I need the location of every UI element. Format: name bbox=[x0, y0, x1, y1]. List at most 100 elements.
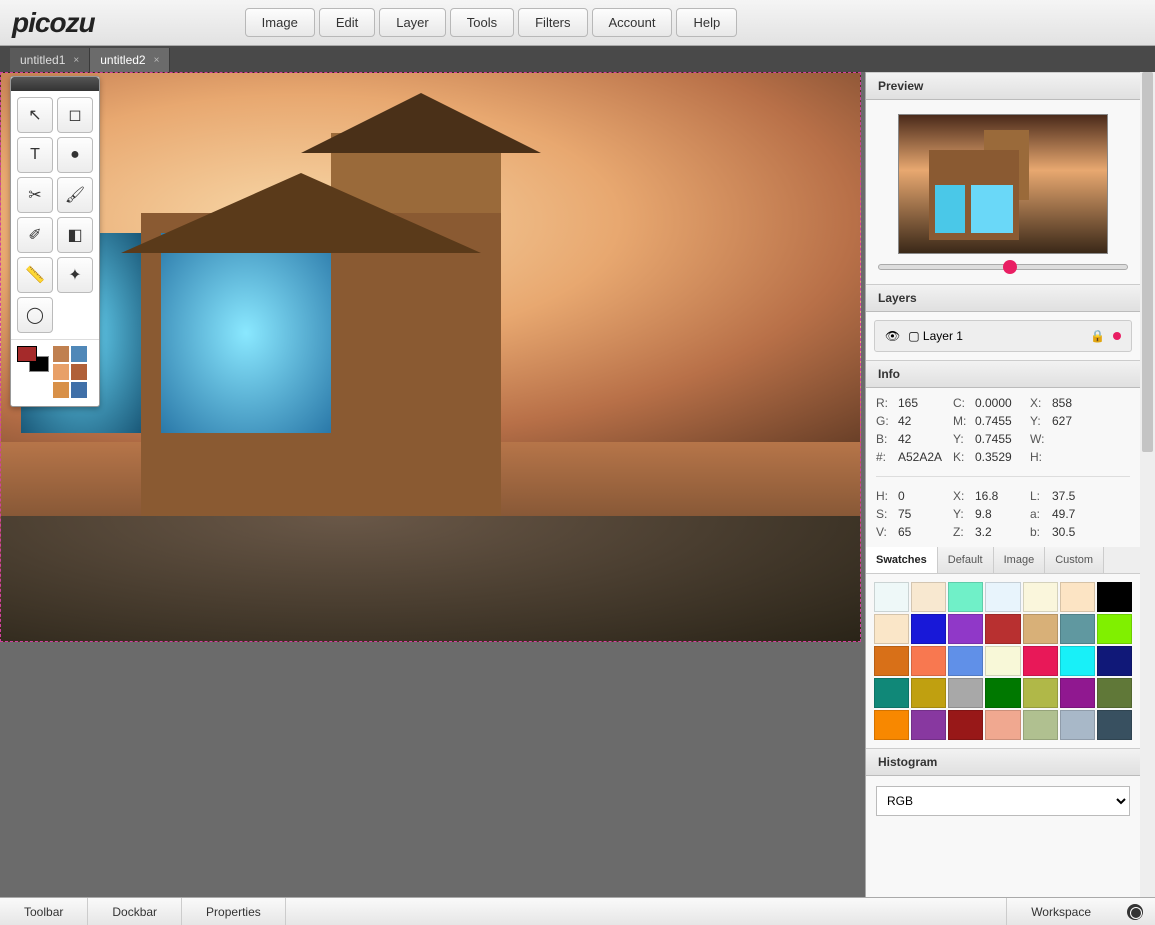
tool-pointer[interactable]: ↖ bbox=[17, 97, 53, 133]
swatch[interactable] bbox=[985, 710, 1020, 740]
swatch[interactable] bbox=[1060, 614, 1095, 644]
swatch[interactable] bbox=[911, 614, 946, 644]
panel-head-layers[interactable]: Layers bbox=[866, 284, 1140, 312]
close-icon[interactable]: × bbox=[73, 55, 79, 66]
swatch[interactable] bbox=[1097, 678, 1132, 708]
swatch[interactable] bbox=[874, 678, 909, 708]
info-hh: 0 bbox=[898, 489, 953, 503]
swatch[interactable] bbox=[911, 646, 946, 676]
swatch[interactable] bbox=[948, 710, 983, 740]
swatch[interactable] bbox=[948, 678, 983, 708]
lock-icon[interactable]: 🔒 bbox=[1090, 329, 1105, 343]
recent-color[interactable] bbox=[71, 382, 87, 398]
bottombar-dockbar[interactable]: Dockbar bbox=[88, 898, 182, 925]
sidebar-scrollbar[interactable] bbox=[1140, 72, 1155, 897]
tool-ruler[interactable]: 📏 bbox=[17, 257, 53, 293]
swatch[interactable] bbox=[1060, 678, 1095, 708]
recent-color[interactable] bbox=[53, 382, 69, 398]
swatch[interactable] bbox=[1060, 710, 1095, 740]
tool-eyedrop[interactable]: ✐ bbox=[17, 217, 53, 253]
menu-filters[interactable]: Filters bbox=[518, 8, 587, 37]
tool-pattern[interactable]: ✦ bbox=[57, 257, 93, 293]
swatch[interactable] bbox=[1060, 582, 1095, 612]
info-xx: 16.8 bbox=[975, 489, 1030, 503]
layer-name[interactable]: Layer 1 bbox=[923, 329, 1090, 343]
swatch[interactable] bbox=[1097, 710, 1132, 740]
fg-bg-swatch[interactable] bbox=[17, 346, 49, 372]
zoom-slider-thumb[interactable] bbox=[1003, 260, 1017, 274]
swatch[interactable] bbox=[985, 614, 1020, 644]
panel-head-histogram[interactable]: Histogram bbox=[866, 748, 1140, 776]
swatch[interactable] bbox=[911, 582, 946, 612]
bottombar-properties[interactable]: Properties bbox=[182, 898, 286, 925]
swatch[interactable] bbox=[911, 678, 946, 708]
tool-spray[interactable]: ◯ bbox=[17, 297, 53, 333]
info-b: 42 bbox=[898, 432, 953, 446]
globe-icon[interactable] bbox=[1127, 904, 1143, 920]
scrollbar-thumb[interactable] bbox=[1142, 72, 1153, 452]
preview-thumbnail[interactable] bbox=[898, 114, 1108, 254]
swatch[interactable] bbox=[874, 710, 909, 740]
menu-help[interactable]: Help bbox=[676, 8, 737, 37]
recent-color[interactable] bbox=[53, 346, 69, 362]
swatch[interactable] bbox=[1023, 614, 1058, 644]
info-r: 165 bbox=[898, 396, 953, 410]
menu-edit[interactable]: Edit bbox=[319, 8, 375, 37]
swatch[interactable] bbox=[1023, 710, 1058, 740]
document-tab-0[interactable]: untitled1 × bbox=[10, 48, 90, 72]
info-yc: 0.7455 bbox=[975, 432, 1030, 446]
workspace[interactable] bbox=[0, 72, 865, 897]
layer-row[interactable]: 👁 ▢ Layer 1 🔒 bbox=[874, 320, 1132, 352]
tool-text[interactable]: T bbox=[17, 137, 53, 173]
histogram-mode-select[interactable]: RGB bbox=[876, 786, 1130, 816]
bottombar-toolbar[interactable]: Toolbar bbox=[0, 898, 88, 925]
recent-color[interactable] bbox=[71, 364, 87, 380]
swatch[interactable] bbox=[948, 582, 983, 612]
tool-marquee[interactable]: ◻ bbox=[57, 97, 93, 133]
recent-color[interactable] bbox=[53, 364, 69, 380]
swatch[interactable] bbox=[874, 582, 909, 612]
toolbox-handle[interactable] bbox=[11, 77, 99, 91]
info-hex: A52A2A bbox=[898, 450, 953, 464]
swatch[interactable] bbox=[1023, 646, 1058, 676]
info-l: 37.5 bbox=[1052, 489, 1097, 503]
swatch[interactable] bbox=[985, 678, 1020, 708]
swatch[interactable] bbox=[1060, 646, 1095, 676]
foreground-color[interactable] bbox=[17, 346, 37, 362]
panel-head-preview[interactable]: Preview bbox=[866, 72, 1140, 100]
swatch[interactable] bbox=[948, 646, 983, 676]
swatch[interactable] bbox=[1023, 582, 1058, 612]
tool-crop[interactable]: ✂ bbox=[17, 177, 53, 213]
tool-smudge[interactable]: ● bbox=[57, 137, 93, 173]
info-grid-2: H:0 X:16.8 L:37.5 S:75 Y:9.8 a:49.7 V:65… bbox=[866, 481, 1140, 547]
swatch[interactable] bbox=[1097, 646, 1132, 676]
swatch-tab-default[interactable]: Default bbox=[938, 547, 994, 573]
menu-image[interactable]: Image bbox=[245, 8, 315, 37]
swatch[interactable] bbox=[985, 646, 1020, 676]
swatch[interactable] bbox=[1097, 614, 1132, 644]
swatch[interactable] bbox=[985, 582, 1020, 612]
menu-tools[interactable]: Tools bbox=[450, 8, 514, 37]
swatch[interactable] bbox=[1097, 582, 1132, 612]
tool-eraser[interactable]: ◧ bbox=[57, 217, 93, 253]
panel-head-info[interactable]: Info bbox=[866, 360, 1140, 388]
menu-account[interactable]: Account bbox=[592, 8, 673, 37]
swatch-tab-image[interactable]: Image bbox=[994, 547, 1046, 573]
swatch[interactable] bbox=[911, 710, 946, 740]
swatch[interactable] bbox=[874, 646, 909, 676]
zoom-slider[interactable] bbox=[878, 264, 1128, 270]
document-tab-1[interactable]: untitled2 × bbox=[90, 48, 170, 72]
swatch[interactable] bbox=[948, 614, 983, 644]
swatch-tab-custom[interactable]: Custom bbox=[1045, 547, 1104, 573]
swatch[interactable] bbox=[1023, 678, 1058, 708]
visibility-icon[interactable]: 👁 bbox=[885, 329, 900, 343]
swatch[interactable] bbox=[874, 614, 909, 644]
menu-layer[interactable]: Layer bbox=[379, 8, 446, 37]
close-icon[interactable]: × bbox=[154, 55, 160, 66]
recent-color[interactable] bbox=[71, 346, 87, 362]
swatch-grid bbox=[866, 574, 1140, 748]
bottombar-workspace[interactable]: Workspace bbox=[1006, 898, 1115, 925]
tool-brush[interactable]: 🖌 bbox=[57, 177, 93, 213]
canvas[interactable] bbox=[0, 72, 861, 642]
swatch-tab-swatches[interactable]: Swatches bbox=[866, 547, 938, 573]
